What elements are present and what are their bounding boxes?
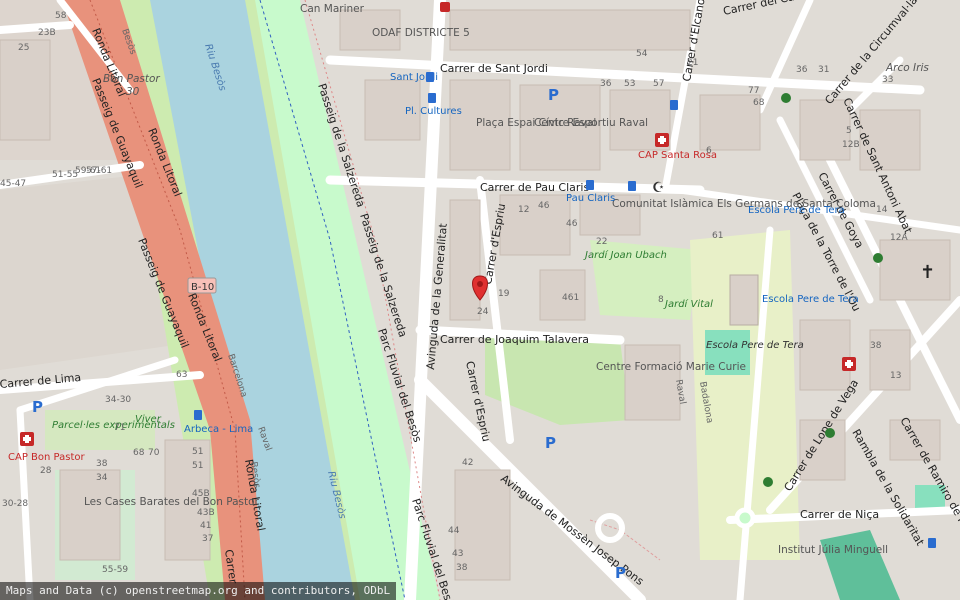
label-carrer-nica: Carrer de Niça — [800, 508, 879, 521]
label-escola-pere-tera-3: Escola Pere de Tera — [706, 340, 804, 351]
svg-text:12B: 12B — [842, 140, 860, 150]
playground-icon-3[interactable] — [763, 477, 773, 487]
playground-icon-2[interactable] — [825, 428, 835, 438]
map-view[interactable]: Ronda Litoral Ronda Litoral Ronda Litora… — [0, 0, 960, 600]
svg-text:P: P — [545, 434, 556, 452]
svg-text:28: 28 — [40, 466, 52, 476]
svg-text:34-30: 34-30 — [105, 395, 131, 405]
mosque-icon[interactable]: ☪ — [652, 180, 665, 196]
svg-text:5: 5 — [846, 126, 852, 136]
svg-text:12A: 12A — [890, 233, 908, 243]
svg-text:33: 33 — [882, 75, 893, 85]
label-bon-pastor-num: 30 — [126, 86, 140, 98]
svg-text:31: 31 — [818, 65, 829, 75]
svg-text:8: 8 — [658, 295, 664, 305]
svg-text:53: 53 — [624, 79, 635, 89]
svg-text:57: 57 — [653, 79, 664, 89]
label-centre-esportiu: Centre Esportiu Raval — [534, 117, 648, 129]
svg-text:34: 34 — [96, 473, 108, 483]
label-jardi-joan-ubach: Jardí Joan Ubach — [583, 249, 667, 261]
label-jardi-vital: Jardí Vital — [663, 298, 713, 310]
svg-text:25: 25 — [18, 43, 29, 53]
label-arco-iris: Arco Iris — [885, 62, 929, 74]
label-carrer-sant-jordi: Carrer de Sant Jordi — [440, 62, 548, 75]
svg-text:42: 42 — [462, 458, 473, 468]
svg-text:41: 41 — [200, 521, 211, 531]
roundabout-2 — [734, 507, 756, 529]
map-canvas[interactable]: Ronda Litoral Ronda Litoral Ronda Litora… — [0, 0, 960, 600]
svg-text:43B: 43B — [197, 508, 215, 518]
svg-text:77: 77 — [748, 86, 759, 96]
label-odaf: ODAF DISTRICTE 5 — [372, 27, 470, 39]
svg-text:38: 38 — [870, 341, 882, 351]
svg-text:68: 68 — [133, 448, 145, 458]
svg-text:36: 36 — [600, 79, 612, 89]
svg-text:22: 22 — [596, 237, 607, 247]
label-pl-cultures: Pl. Cultures — [405, 106, 462, 117]
svg-text:57-61: 57-61 — [86, 166, 112, 176]
label-can-mariner: Can Mariner — [300, 3, 365, 15]
svg-text:51: 51 — [192, 447, 203, 457]
label-cap-bon-pastor: CAP Bon Pastor — [8, 452, 85, 463]
svg-text:14: 14 — [876, 205, 888, 215]
playground-icon-4[interactable] — [873, 253, 883, 263]
svg-text:43: 43 — [452, 549, 463, 559]
svg-text:54: 54 — [636, 49, 648, 59]
svg-text:24: 24 — [477, 307, 489, 317]
svg-text:68: 68 — [753, 98, 765, 108]
map-attribution[interactable]: Maps and Data (c) openstreetmap.org and … — [0, 582, 397, 600]
label-bon-pastor: Bon Pastor — [103, 73, 160, 85]
svg-text:37: 37 — [202, 534, 213, 544]
svg-text:23B: 23B — [38, 28, 56, 38]
svg-text:P: P — [615, 564, 626, 582]
svg-text:70: 70 — [148, 448, 160, 458]
playground-icon[interactable] — [781, 93, 791, 103]
svg-text:30-28: 30-28 — [2, 499, 28, 509]
svg-text:P: P — [32, 398, 43, 416]
svg-text:71: 71 — [114, 423, 125, 433]
church-icon[interactable]: ✝ — [920, 262, 935, 283]
svg-text:38: 38 — [96, 459, 108, 469]
label-stop-arbeca-lima: Arbeca - Lima — [184, 424, 253, 435]
svg-text:P: P — [548, 86, 559, 104]
label-institut: Institut Júlia Minguell — [778, 544, 888, 556]
svg-text:6: 6 — [706, 146, 712, 156]
label-escola-pere-tera-2: Escola Pere de Tera — [762, 294, 859, 305]
svg-text:19: 19 — [498, 289, 510, 299]
svg-text:36: 36 — [796, 65, 808, 75]
svg-text:63: 63 — [176, 370, 187, 380]
label-stop-pau-claris: Pau Claris — [566, 193, 615, 204]
svg-text:12: 12 — [518, 205, 529, 215]
label-b10: B-10 — [191, 282, 214, 293]
svg-text:61: 61 — [712, 231, 723, 241]
svg-text:46: 46 — [538, 201, 550, 211]
svg-text:58: 58 — [55, 11, 67, 21]
svg-text:21: 21 — [687, 58, 698, 68]
svg-text:55-59: 55-59 — [102, 565, 128, 575]
label-viver: Viver — [135, 414, 162, 425]
svg-text:13: 13 — [890, 371, 901, 381]
school-building — [729, 274, 759, 326]
label-les-cases: Les Cases Barates del Bon Pastor — [84, 496, 260, 508]
label-carrer-joaquim-talavera: Carrer de Joaquim Talavera — [440, 333, 589, 346]
svg-text:45-47: 45-47 — [0, 179, 26, 189]
svg-text:38: 38 — [456, 563, 468, 573]
svg-text:45B: 45B — [192, 489, 210, 499]
label-centre-formacio: Centre Formació Marie Curie — [596, 361, 746, 373]
svg-text:461: 461 — [562, 293, 579, 303]
svg-text:44: 44 — [448, 526, 460, 536]
svg-text:51: 51 — [192, 461, 203, 471]
svg-text:46: 46 — [566, 219, 578, 229]
svg-text:51-55: 51-55 — [52, 170, 78, 180]
label-escola-pere-tera-1: Escola Pere de Tera — [748, 205, 845, 216]
